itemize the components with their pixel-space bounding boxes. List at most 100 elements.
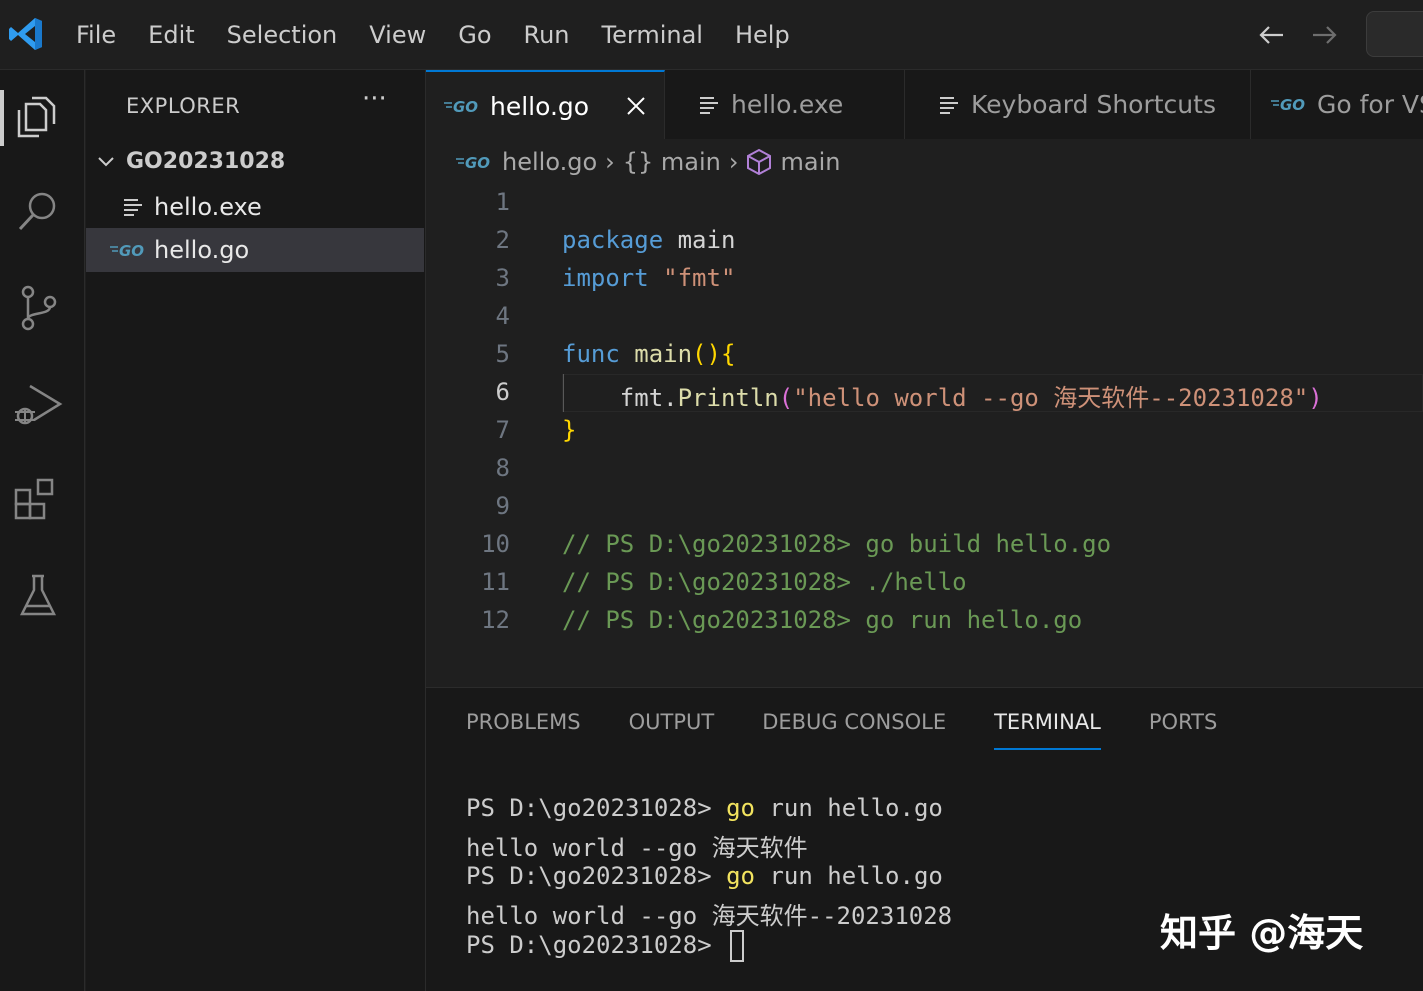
active-indicator	[0, 90, 4, 146]
terminal-prompt: PS D:\go20231028>	[466, 794, 727, 822]
tab-hello-exe[interactable]: hello.exe	[665, 70, 905, 139]
search-icon[interactable]	[12, 186, 64, 238]
code-line-3: import "fmt"	[562, 264, 735, 292]
function-name: main	[634, 340, 693, 368]
go-file-icon: GO	[1271, 96, 1305, 112]
command-center[interactable]	[1366, 11, 1423, 57]
file-lines-icon	[940, 97, 958, 114]
parens: ()	[692, 340, 721, 368]
paren-close: )	[1308, 384, 1323, 412]
more-actions-button[interactable]: ···	[362, 84, 387, 114]
testing-flask-icon[interactable]	[12, 570, 64, 622]
file-lines-icon	[124, 199, 142, 216]
code-line-11: // PS D:\go20231028> ./hello	[562, 568, 967, 596]
tab-output[interactable]: OUTPUT	[629, 710, 715, 750]
file-item-hello-exe[interactable]: hello.exe	[86, 185, 424, 229]
function-call: Println	[677, 384, 779, 412]
breadcrumb: GO hello.go › {} main › main	[456, 142, 840, 182]
package-ref: fmt.	[619, 384, 678, 412]
file-item-hello-go[interactable]: GO hello.go	[86, 228, 424, 272]
tab-terminal[interactable]: TERMINAL	[994, 710, 1101, 750]
editor-tab-bar: GO hello.go hello.exe Keyboard Shortcuts…	[426, 70, 1423, 139]
forward-arrow-icon[interactable]	[1307, 18, 1341, 52]
line-number: 8	[495, 454, 510, 482]
code-line-2: package main	[562, 226, 735, 254]
svg-text:GO: GO	[119, 242, 144, 258]
terminal-input-line[interactable]: PS D:\go20231028>	[466, 930, 745, 962]
go-file-icon: GO	[456, 154, 490, 170]
menu-help[interactable]: Help	[719, 0, 806, 70]
code-line-10: // PS D:\go20231028> go build hello.go	[562, 530, 1112, 558]
code-line-7: }	[562, 416, 576, 444]
tab-go-for-vs[interactable]: GO Go for VS	[1251, 70, 1423, 139]
tab-debug-console[interactable]: DEBUG CONSOLE	[762, 710, 946, 750]
run-debug-icon[interactable]	[12, 378, 64, 430]
folder-row[interactable]: GO20231028	[86, 142, 424, 182]
explorer-files-icon[interactable]	[12, 92, 64, 144]
menu-file[interactable]: File	[60, 0, 132, 70]
string-literal: "hello world --go 海天软件--20231028"	[793, 384, 1309, 412]
file-name: hello.exe	[154, 193, 262, 221]
terminal-args: run hello.go	[755, 794, 943, 822]
terminal-cursor	[730, 930, 745, 962]
line-number: 5	[495, 340, 510, 368]
menu-view[interactable]: View	[353, 0, 442, 70]
terminal-line: PS D:\go20231028> go run hello.go	[466, 862, 943, 890]
svg-text:GO: GO	[465, 154, 490, 170]
extensions-icon[interactable]	[12, 474, 64, 526]
svg-text:GO: GO	[1280, 96, 1305, 112]
explorer-title: EXPLORER	[126, 94, 241, 118]
tab-ports[interactable]: PORTS	[1149, 710, 1217, 750]
breadcrumb-file[interactable]: hello.go	[502, 148, 597, 176]
keyword: package	[562, 226, 664, 254]
cube-symbol-icon	[747, 148, 772, 176]
terminal-output: hello world --go 海天软件	[466, 834, 808, 862]
title-bar: File Edit Selection View Go Run Terminal…	[0, 0, 1423, 70]
vscode-logo-icon	[9, 18, 42, 50]
terminal-prompt: PS D:\go20231028>	[466, 862, 727, 890]
line-number: 9	[495, 492, 510, 520]
paren-open: (	[778, 384, 794, 412]
breadcrumb-scope[interactable]: {} main	[623, 148, 721, 176]
line-number: 10	[481, 530, 510, 558]
menu-run[interactable]: Run	[508, 0, 586, 70]
close-icon[interactable]	[624, 94, 648, 118]
file-lines-icon	[700, 97, 718, 114]
menu-go[interactable]: Go	[442, 0, 507, 70]
tab-label: Go for VS	[1317, 90, 1423, 119]
code-line-5: func main(){	[562, 340, 735, 368]
tab-label: hello.exe	[731, 90, 844, 119]
terminal-command: go	[726, 862, 755, 890]
code-editor[interactable]: 1 2 3 4 5 6 7 8 9 10 11 12 package main …	[426, 184, 1423, 686]
tab-keyboard-shortcuts[interactable]: Keyboard Shortcuts	[905, 70, 1251, 139]
source-control-icon[interactable]	[12, 282, 64, 334]
tab-hello-go[interactable]: GO hello.go	[426, 70, 665, 139]
line-number: 7	[495, 416, 510, 444]
back-arrow-icon[interactable]	[1255, 18, 1289, 52]
line-number: 4	[495, 302, 510, 330]
terminal-line: PS D:\go20231028> go run hello.go	[466, 794, 943, 822]
terminal-args: run hello.go	[755, 862, 943, 890]
identifier: main	[663, 226, 736, 254]
terminal-prompt: PS D:\go20231028>	[466, 931, 727, 959]
keyword: import	[562, 264, 649, 292]
tab-label: Keyboard Shortcuts	[971, 90, 1216, 119]
go-file-icon: GO	[110, 242, 144, 258]
menu-terminal[interactable]: Terminal	[586, 0, 719, 70]
string-literal: "fmt"	[663, 264, 736, 292]
chevron-right-icon: ›	[605, 148, 615, 176]
line-number-current: 6	[495, 378, 510, 406]
code-line-12: // PS D:\go20231028> go run hello.go	[562, 606, 1083, 634]
line-number: 3	[495, 264, 510, 292]
code-line-6: fmt.Println("hello world --go 海天软件--2023…	[562, 378, 1323, 413]
open-brace: {	[720, 340, 736, 368]
breadcrumb-symbol[interactable]: main	[780, 148, 840, 176]
watermark: 知乎 @海天	[1160, 911, 1364, 955]
menu-selection[interactable]: Selection	[211, 0, 354, 70]
terminal-command: go	[726, 794, 755, 822]
terminal-output: hello world --go 海天软件--20231028	[466, 902, 953, 930]
close-brace: }	[562, 416, 577, 444]
tab-problems[interactable]: PROBLEMS	[466, 710, 581, 750]
menu-bar: File Edit Selection View Go Run Terminal…	[60, 0, 806, 70]
menu-edit[interactable]: Edit	[132, 0, 210, 70]
